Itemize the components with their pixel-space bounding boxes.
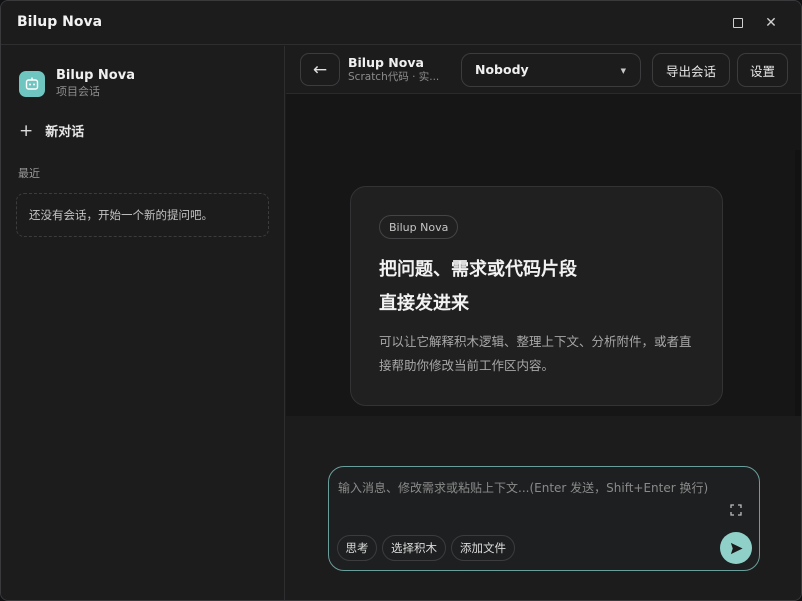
- empty-conversations-placeholder: 还没有会话，开始一个新的提问吧。: [16, 193, 269, 237]
- settings-button[interactable]: 设置: [737, 53, 788, 87]
- project-name: Bilup Nova: [56, 68, 135, 83]
- close-button[interactable]: ✕: [759, 11, 783, 35]
- maximize-icon: [733, 18, 743, 28]
- send-icon: [730, 542, 743, 554]
- scrollbar[interactable]: [795, 150, 801, 416]
- send-button[interactable]: [720, 532, 752, 564]
- maximize-button[interactable]: [726, 11, 750, 35]
- chevron-down-icon: ▼: [620, 67, 626, 75]
- conversation-name: Bilup Nova: [348, 55, 424, 70]
- model-select-value: Nobody: [475, 62, 529, 77]
- select-blocks-button[interactable]: 选择积木: [382, 535, 446, 561]
- new-chat-button[interactable]: + 新对话: [19, 120, 85, 141]
- welcome-card: Bilup Nova 把问题、需求或代码片段 直接发进来 可以让它解释积木逻辑、…: [350, 186, 723, 406]
- message-composer: 输入消息、修改需求或粘贴上下文...(Enter 发送，Shift+Enter …: [328, 466, 760, 571]
- message-area[interactable]: Bilup Nova 把问题、需求或代码片段 直接发进来 可以让它解释积木逻辑、…: [286, 94, 801, 416]
- recent-section-label: 最近: [18, 167, 40, 180]
- title-bar: Bilup Nova ✕: [1, 1, 801, 45]
- welcome-heading-line1: 把问题、需求或代码片段: [379, 259, 577, 280]
- back-button[interactable]: ←: [300, 53, 340, 86]
- expand-icon[interactable]: [729, 503, 743, 517]
- window-title: Bilup Nova: [17, 14, 103, 30]
- message-input[interactable]: 输入消息、修改需求或粘贴上下文...(Enter 发送，Shift+Enter …: [338, 478, 713, 520]
- conversation-toolbar: ← Bilup Nova Scratch代码 · 实... Nobody ▼ 导…: [286, 46, 801, 94]
- model-select[interactable]: Nobody ▼: [461, 53, 641, 87]
- project-header[interactable]: Bilup Nova 项目会话: [19, 68, 135, 99]
- conversation-title: Bilup Nova Scratch代码 · 实...: [348, 55, 448, 85]
- new-chat-label: 新对话: [45, 125, 85, 140]
- bot-icon: [19, 70, 45, 97]
- export-conversation-button[interactable]: 导出会话: [652, 53, 730, 87]
- project-subtitle: 项目会话: [56, 85, 100, 98]
- composer-area: 输入消息、修改需求或粘贴上下文...(Enter 发送，Shift+Enter …: [286, 416, 801, 600]
- plus-icon: +: [19, 120, 34, 141]
- close-icon: ✕: [765, 15, 777, 31]
- welcome-badge: Bilup Nova: [379, 215, 459, 239]
- conversation-subtitle: Scratch代码 · 实...: [348, 71, 440, 83]
- add-file-button[interactable]: 添加文件: [451, 535, 515, 561]
- main-panel: ← Bilup Nova Scratch代码 · 实... Nobody ▼ 导…: [286, 46, 801, 600]
- app-window: Bilup Nova ✕ Bilup Nova 项目会话 + 新对话 最近 还没…: [0, 0, 802, 601]
- think-toggle[interactable]: 思考: [337, 535, 377, 561]
- welcome-description: 可以让它解释积木逻辑、整理上下文、分析附件，或者直接帮助你修改当前工作区内容。: [379, 334, 692, 373]
- sidebar: Bilup Nova 项目会话 + 新对话 最近 还没有会话，开始一个新的提问吧…: [1, 46, 285, 600]
- welcome-heading-line2: 直接发进来: [379, 293, 469, 314]
- arrow-left-icon: ←: [312, 59, 328, 80]
